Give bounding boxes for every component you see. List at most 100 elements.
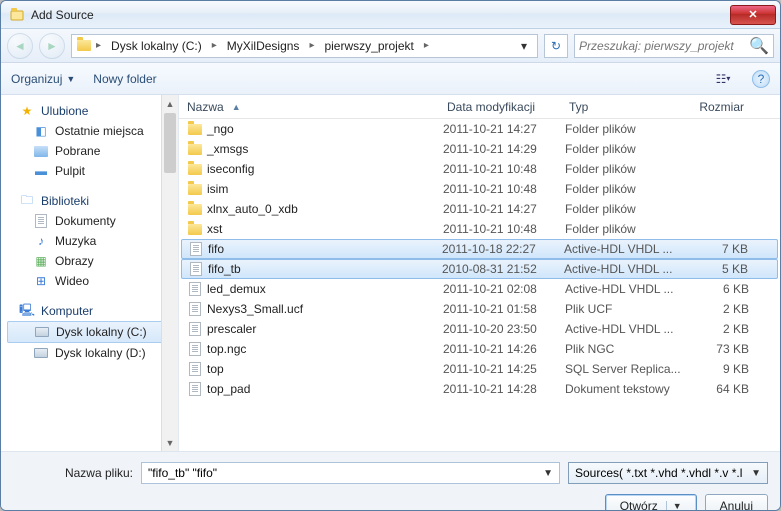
- file-row[interactable]: isim2011-10-21 10:48Folder plików: [179, 179, 780, 199]
- folder-icon: [187, 121, 203, 137]
- chevron-right-icon[interactable]: ▸: [210, 40, 219, 51]
- column-date[interactable]: Data modyfikacji: [439, 95, 561, 118]
- file-row[interactable]: iseconfig2011-10-21 10:48Folder plików: [179, 159, 780, 179]
- window-title: Add Source: [31, 8, 730, 22]
- file-row[interactable]: top.ngc2011-10-21 14:26Plik NGC73 KB: [179, 339, 780, 359]
- organize-menu[interactable]: Organizuj ▼: [11, 72, 75, 86]
- sidebar-item-recent[interactable]: ◧Ostatnie miejsca: [1, 121, 178, 141]
- file-row[interactable]: Nexys3_Small.ucf2011-10-21 01:58Plik UCF…: [179, 299, 780, 319]
- sidebar-group-libraries[interactable]: 🗀Biblioteki: [1, 191, 178, 211]
- file-icon: [188, 261, 204, 277]
- filename-combo[interactable]: "fifo_tb" "fifo" ▼: [141, 462, 560, 484]
- back-button[interactable]: ◄: [7, 33, 33, 59]
- chevron-down-icon: ▼: [66, 74, 75, 84]
- file-row[interactable]: xlnx_auto_0_xdb2011-10-21 14:27Folder pl…: [179, 199, 780, 219]
- file-type: Folder plików: [565, 202, 687, 216]
- chevron-right-icon[interactable]: ▸: [307, 40, 316, 51]
- sidebar-group-favorites[interactable]: ★Ulubione: [1, 101, 178, 121]
- file-row[interactable]: _ngo2011-10-21 14:27Folder plików: [179, 119, 780, 139]
- file-row[interactable]: led_demux2011-10-21 02:08Active-HDL VHDL…: [179, 279, 780, 299]
- sidebar-group-computer[interactable]: 🖳Komputer: [1, 301, 178, 321]
- file-row[interactable]: fifo_tb2010-08-31 21:52Active-HDL VHDL .…: [181, 259, 778, 279]
- file-filter-combo[interactable]: Sources( *.txt *.vhd *.vhdl *.v *.l ▼: [568, 462, 768, 484]
- sort-asc-icon: ▲: [232, 102, 241, 112]
- sidebar-item-desktop[interactable]: ▬Pulpit: [1, 161, 178, 181]
- file-name: Nexys3_Small.ucf: [207, 302, 443, 316]
- scroll-up-icon[interactable]: ▲: [162, 95, 178, 112]
- file-name: _xmsgs: [207, 142, 443, 156]
- file-name: led_demux: [207, 282, 443, 296]
- chevron-down-icon[interactable]: ▼: [751, 468, 761, 479]
- file-date: 2011-10-21 14:26: [443, 342, 565, 356]
- sidebar: ★Ulubione ◧Ostatnie miejsca Pobrane ▬Pul…: [1, 95, 179, 451]
- sidebar-item-pictures[interactable]: ▦Obrazy: [1, 251, 178, 271]
- file-row[interactable]: top_pad2011-10-21 14:28Dokument tekstowy…: [179, 379, 780, 399]
- file-size: 2 KB: [687, 302, 749, 316]
- file-date: 2011-10-18 22:27: [442, 242, 564, 256]
- chevron-right-icon[interactable]: ▸: [422, 40, 431, 51]
- sidebar-item-documents[interactable]: Dokumenty: [1, 211, 178, 231]
- file-type: Folder plików: [565, 162, 687, 176]
- file-row[interactable]: _xmsgs2011-10-21 14:29Folder plików: [179, 139, 780, 159]
- breadcrumb-part[interactable]: pierwszy_projekt: [318, 37, 419, 55]
- file-date: 2011-10-21 10:48: [443, 162, 565, 176]
- sidebar-scrollbar[interactable]: ▲ ▼: [161, 95, 178, 451]
- file-icon: [187, 361, 203, 377]
- column-type[interactable]: Typ: [561, 95, 683, 118]
- open-button[interactable]: Otwórz ▼: [605, 494, 697, 511]
- file-row[interactable]: fifo2011-10-18 22:27Active-HDL VHDL ...7…: [181, 239, 778, 259]
- search-box[interactable]: 🔍: [574, 34, 774, 58]
- split-button-dropdown[interactable]: ▼: [666, 501, 682, 511]
- close-button[interactable]: ✕: [730, 5, 776, 25]
- document-icon: [33, 213, 49, 229]
- file-type: Plik UCF: [565, 302, 687, 316]
- file-row[interactable]: xst2011-10-21 10:48Folder plików: [179, 219, 780, 239]
- folder-icon: [187, 221, 203, 237]
- cancel-button[interactable]: Anuluj: [705, 494, 768, 511]
- downloads-icon: [33, 143, 49, 159]
- folder-icon: [187, 161, 203, 177]
- column-name[interactable]: Nazwa▲: [179, 95, 439, 118]
- breadcrumb-dropdown[interactable]: ▾: [515, 39, 533, 53]
- file-type: Plik NGC: [565, 342, 687, 356]
- chevron-down-icon[interactable]: ▼: [543, 468, 553, 479]
- folder-icon: [187, 141, 203, 157]
- file-type: Folder plików: [565, 222, 687, 236]
- star-icon: ★: [19, 103, 35, 119]
- file-name: xlnx_auto_0_xdb: [207, 202, 443, 216]
- sidebar-item-drive-c[interactable]: Dysk lokalny (C:): [7, 321, 172, 343]
- help-button[interactable]: ?: [752, 70, 770, 88]
- sidebar-item-downloads[interactable]: Pobrane: [1, 141, 178, 161]
- new-folder-button[interactable]: Nowy folder: [93, 72, 156, 86]
- music-icon: ♪: [33, 233, 49, 249]
- sidebar-item-drive-d[interactable]: Dysk lokalny (D:): [1, 343, 178, 363]
- chevron-right-icon[interactable]: ▸: [94, 40, 103, 51]
- breadcrumb-part[interactable]: MyXilDesigns: [221, 37, 306, 55]
- forward-button[interactable]: ►: [39, 33, 65, 59]
- file-date: 2010-08-31 21:52: [442, 262, 564, 276]
- sidebar-item-music[interactable]: ♪Muzyka: [1, 231, 178, 251]
- column-size[interactable]: Rozmiar: [683, 95, 753, 118]
- file-icon: [187, 301, 203, 317]
- file-type: Active-HDL VHDL ...: [564, 242, 686, 256]
- file-type: Folder plików: [565, 142, 687, 156]
- file-type: Dokument tekstowy: [565, 382, 687, 396]
- desktop-icon: ▬: [33, 163, 49, 179]
- file-name: fifo: [208, 242, 442, 256]
- file-size: 6 KB: [687, 282, 749, 296]
- view-options-button[interactable]: ☷▾: [712, 68, 734, 90]
- file-name: xst: [207, 222, 443, 236]
- file-list[interactable]: _ngo2011-10-21 14:27Folder plików_xmsgs2…: [179, 119, 780, 451]
- file-size: 73 KB: [687, 342, 749, 356]
- file-date: 2011-10-21 14:25: [443, 362, 565, 376]
- location-icon: [76, 38, 92, 54]
- breadcrumb-part[interactable]: Dysk lokalny (C:): [105, 37, 208, 55]
- scroll-down-icon[interactable]: ▼: [162, 434, 178, 451]
- file-row[interactable]: top2011-10-21 14:25SQL Server Replica...…: [179, 359, 780, 379]
- breadcrumb[interactable]: ▸ Dysk lokalny (C:) ▸ MyXilDesigns ▸ pie…: [71, 34, 538, 58]
- search-input[interactable]: [579, 39, 749, 53]
- search-icon: 🔍: [749, 36, 769, 56]
- file-row[interactable]: prescaler2011-10-20 23:50Active-HDL VHDL…: [179, 319, 780, 339]
- refresh-button[interactable]: ↻: [544, 34, 568, 58]
- sidebar-item-videos[interactable]: ⊞Wideo: [1, 271, 178, 291]
